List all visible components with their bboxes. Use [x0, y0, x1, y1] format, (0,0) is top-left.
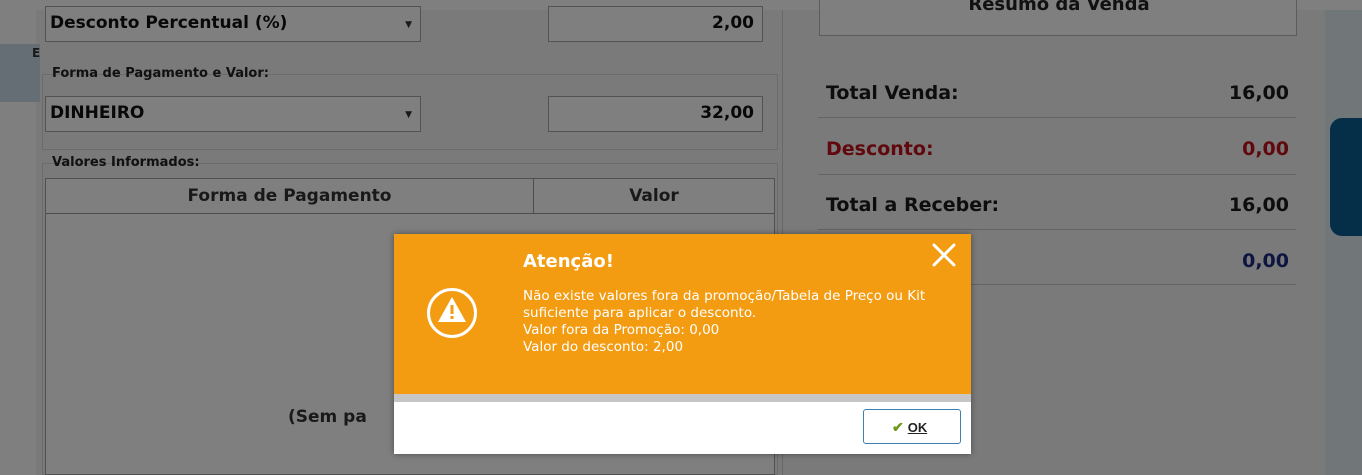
- ok-button[interactable]: ✔ OK: [863, 409, 961, 444]
- warning-dialog: Atenção! Não existe valores fora da prom…: [394, 234, 971, 454]
- warning-triangle-icon: [427, 288, 477, 338]
- close-icon[interactable]: [929, 240, 959, 270]
- dialog-title: Atenção!: [523, 251, 614, 272]
- checkmark-icon: ✔: [892, 419, 904, 435]
- dialog-header: Atenção! Não existe valores fora da prom…: [394, 234, 971, 394]
- ok-button-label: OK: [907, 420, 928, 435]
- dialog-separator: [394, 394, 971, 402]
- dialog-message: Não existe valores fora da promoção/Tabe…: [523, 288, 926, 355]
